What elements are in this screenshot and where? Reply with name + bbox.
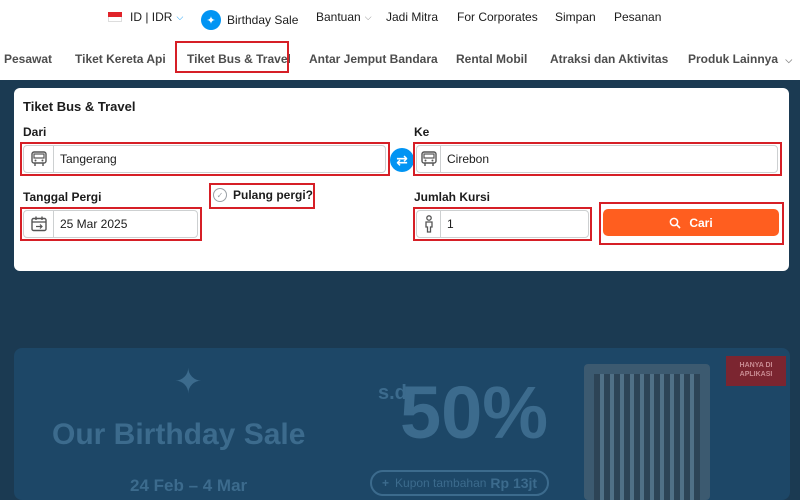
qr-code — [584, 364, 710, 500]
kupon-amount: Rp 13jt — [490, 475, 538, 491]
birthday-logo-icon: ✦ — [201, 10, 221, 30]
active-tab-highlight — [175, 41, 289, 73]
nav-rental-mobil[interactable]: Rental Mobil — [456, 52, 527, 66]
nav-atraksi[interactable]: Atraksi dan Aktivitas — [550, 52, 668, 66]
banner-discount: 50% — [400, 371, 549, 454]
card-title: Tiket Bus & Travel — [23, 99, 136, 114]
to-field-highlight — [413, 142, 782, 176]
top-bar: ID | IDR ⌵ ✦ Birthday Sale Bantuan ⌵ Jad… — [0, 0, 800, 38]
chevron-down-icon: ⌵ — [176, 11, 184, 22]
birthday-sale-label: Birthday Sale — [227, 13, 299, 27]
nav-kereta-api[interactable]: Tiket Kereta Api — [75, 52, 166, 66]
birthday-sale-link[interactable]: ✦ Birthday Sale — [201, 10, 298, 30]
nav-pesawat[interactable]: Pesawat — [4, 52, 52, 66]
promo-banner[interactable]: ✦ Our Birthday Sale s.d. 50% 24 Feb – 4 … — [14, 348, 790, 500]
seats-field-highlight — [413, 207, 592, 241]
search-button-highlight — [599, 202, 784, 245]
bantuan-menu[interactable]: Bantuan ⌵ — [316, 10, 372, 24]
nav-produk-lainnya[interactable]: Produk Lainnya ⌵ — [688, 52, 792, 66]
banner-title: Our Birthday Sale — [52, 418, 306, 451]
jadi-mitra-link[interactable]: Jadi Mitra — [386, 10, 438, 24]
nav-produk-lainnya-label: Produk Lainnya — [688, 52, 779, 66]
round-trip-highlight — [209, 183, 315, 209]
from-field-highlight — [20, 142, 390, 176]
swap-icon[interactable]: ⇄ — [390, 148, 414, 172]
banner-kupon: + Kupon tambahan Rp 13jt — [370, 470, 550, 496]
to-label: Ke — [414, 125, 430, 139]
locale-selector[interactable]: ID | IDR ⌵ — [108, 10, 183, 24]
bantuan-label: Bantuan — [316, 10, 361, 24]
seats-label: Jumlah Kursi — [414, 190, 491, 204]
simpan-link[interactable]: Simpan — [555, 10, 596, 24]
date-field-highlight — [20, 207, 202, 241]
chevron-down-icon: ⌵ — [785, 55, 793, 65]
app-only-badge: HANYA DI APLIKASI — [726, 356, 786, 386]
pesanan-link[interactable]: Pesanan — [614, 10, 661, 24]
kupon-text: Kupon tambahan — [395, 476, 487, 490]
site-header: ID | IDR ⌵ ✦ Birthday Sale Bantuan ⌵ Jad… — [0, 0, 800, 80]
chevron-down-icon: ⌵ — [364, 11, 372, 22]
product-nav: Pesawat Tiket Kereta Api Tiket Bus & Tra… — [0, 40, 800, 80]
date-label: Tanggal Pergi — [23, 190, 102, 204]
locale-label: ID | IDR — [130, 10, 173, 24]
indonesia-flag-icon — [108, 12, 122, 22]
bird-logo-icon: ✦ — [174, 363, 203, 401]
plus-icon: + — [382, 476, 390, 490]
nav-antar-jemput[interactable]: Antar Jemput Bandara — [309, 52, 438, 66]
for-corporates-link[interactable]: For Corporates — [457, 10, 538, 24]
banner-dates: 24 Feb – 4 Mar — [130, 476, 248, 495]
from-label: Dari — [23, 125, 47, 139]
